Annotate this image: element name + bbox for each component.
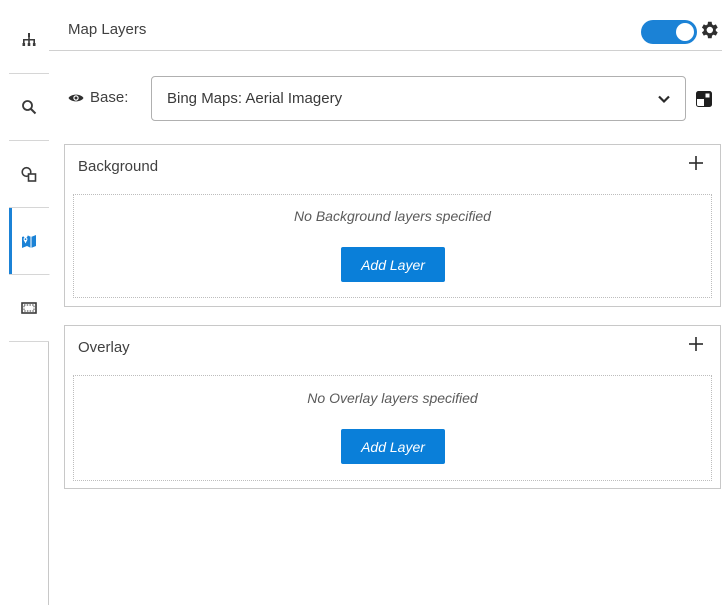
base-label: Base: [90, 89, 129, 106]
overlay-section: Overlay No Overlay layers specified Add … [64, 325, 721, 489]
overlay-title: Overlay [78, 339, 130, 356]
background-title: Background [78, 158, 159, 175]
tab-frame[interactable] [9, 275, 49, 342]
map-layers-icon [22, 232, 36, 248]
hierarchy-icon [22, 33, 36, 46]
add-background-plus-icon[interactable] [686, 153, 706, 173]
background-dropzone: No Background layers specified Add Layer [73, 194, 712, 298]
eye-icon[interactable] [68, 91, 84, 105]
overlay-dropzone: No Overlay layers specified Add Layer [73, 375, 712, 481]
tab-hierarchy[interactable] [9, 7, 49, 74]
base-map-selected: Bing Maps: Aerial Imagery [167, 90, 343, 107]
add-overlay-layer-button[interactable]: Add Layer [341, 429, 445, 464]
side-tab-rail [9, 7, 50, 605]
tab-map-layers[interactable] [9, 208, 50, 275]
tab-shapes[interactable] [9, 141, 49, 208]
gear-icon[interactable] [698, 19, 720, 41]
base-map-select[interactable]: Bing Maps: Aerial Imagery [151, 76, 686, 121]
shapes-icon [21, 166, 37, 182]
tab-search[interactable] [9, 74, 49, 141]
toggle-knob [676, 23, 694, 41]
base-layer-row: Base: Bing Maps: Aerial Imagery [49, 69, 722, 129]
search-icon [22, 100, 37, 115]
panel-header: Map Layers [49, 7, 722, 51]
layers-toggle[interactable] [641, 20, 697, 44]
background-section: Background No Background layers specifie… [64, 144, 721, 307]
chevron-down-icon [658, 95, 670, 104]
add-overlay-plus-icon[interactable] [686, 334, 706, 354]
map-layers-panel: Map Layers Base: Bing Maps: Aerial Image… [49, 7, 722, 605]
background-empty-text: No Background layers specified [294, 208, 491, 224]
add-background-layer-button[interactable]: Add Layer [341, 247, 445, 282]
frame-icon [21, 302, 37, 314]
overlay-empty-text: No Overlay layers specified [307, 390, 478, 406]
panel-title: Map Layers [68, 21, 147, 38]
transparency-icon[interactable] [696, 91, 712, 107]
